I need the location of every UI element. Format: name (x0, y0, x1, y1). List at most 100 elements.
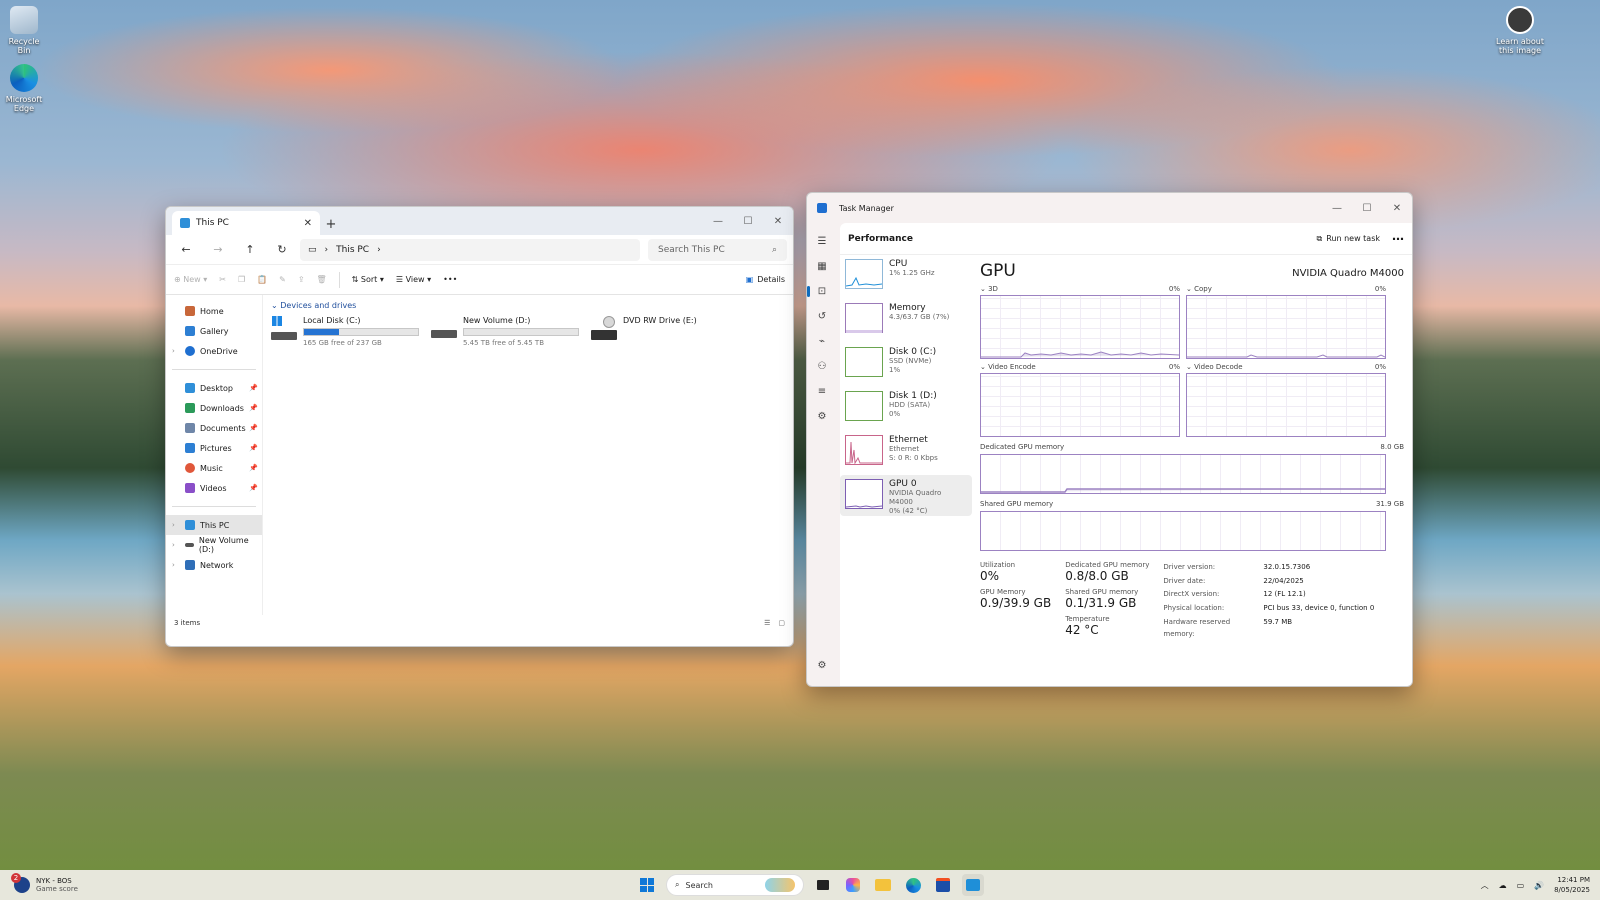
chevron-up-icon[interactable]: ︿ (1481, 880, 1489, 891)
cut-icon[interactable]: ✂ (219, 275, 226, 284)
new-tab-button[interactable]: + (320, 213, 342, 235)
pin-icon[interactable]: 📌 (249, 464, 258, 472)
details-button[interactable]: ▣ Details (746, 275, 785, 284)
address-bar[interactable]: ▭ › This PC › (300, 238, 640, 261)
pin-icon[interactable]: 📌 (249, 484, 258, 492)
maximize-button[interactable]: ☐ (733, 207, 763, 235)
resource-disk-0[interactable]: Disk 0 (C:) SSD (NVMe) 1% (840, 343, 972, 384)
copilot-button[interactable] (842, 874, 864, 896)
sidebar-item-music[interactable]: Music 📌 (166, 458, 262, 478)
taskbar-search[interactable]: ⌕ Search (666, 874, 804, 896)
gpu-sparkline (845, 505, 883, 508)
share-icon[interactable]: ⇪ (298, 275, 305, 284)
store-taskbar-button[interactable] (932, 874, 954, 896)
network-icon[interactable]: ▭ (1517, 881, 1525, 890)
refresh-button[interactable]: ↻ (268, 238, 296, 262)
edge-desktop-icon[interactable]: Microsoft Edge (2, 64, 46, 113)
hamburger-menu-icon[interactable]: ☰ (811, 229, 833, 254)
pin-icon[interactable]: 📌 (249, 404, 258, 412)
users-icon[interactable]: ⚇ (811, 354, 833, 379)
chevron-right-icon[interactable]: › (172, 521, 180, 529)
folder-icon (875, 879, 891, 891)
sidebar-item-gallery[interactable]: Gallery (166, 321, 262, 341)
delete-icon[interactable]: 🗑 (317, 275, 327, 284)
up-button[interactable]: ↑ (236, 238, 264, 262)
sidebar-item-network[interactable]: › Network (166, 555, 262, 575)
performance-icon[interactable]: ⊡ (807, 279, 833, 304)
close-button[interactable]: ✕ (1382, 193, 1412, 223)
group-header[interactable]: ⌄ Devices and drives (271, 301, 785, 310)
edge-taskbar-button[interactable] (902, 874, 924, 896)
dvd-drive-icon (591, 316, 617, 340)
minimize-button[interactable]: — (703, 207, 733, 235)
processes-icon[interactable]: ▦ (811, 254, 833, 279)
start-button[interactable] (636, 874, 658, 896)
task-manager-taskbar-button[interactable] (962, 874, 984, 896)
details-label: Details (757, 275, 785, 284)
back-button[interactable]: ← (172, 238, 200, 262)
resource-gpu-0[interactable]: GPU 0 NVIDIA Quadro M4000 0% (42 °C) (840, 475, 972, 516)
pin-icon[interactable]: 📌 (249, 384, 258, 392)
sort-button[interactable]: ⇅ Sort ▾ (352, 275, 384, 284)
resource-disk-1[interactable]: Disk 1 (D:) HDD (SATA) 0% (840, 387, 972, 428)
details-icon[interactable]: ≡ (811, 379, 833, 404)
rename-icon[interactable]: ✎ (279, 275, 286, 284)
tiles-view-icon[interactable]: ▢ (778, 619, 785, 627)
sidebar-item-downloads[interactable]: Downloads 📌 (166, 398, 262, 418)
volume-icon[interactable]: 🔊 (1534, 881, 1544, 890)
chevron-right-icon[interactable]: › (377, 245, 381, 255)
more-options-icon[interactable]: ⋯ (1392, 232, 1404, 246)
widgets-button[interactable]: 2 NYK - BOS Game score (0, 873, 78, 893)
pin-icon[interactable]: 📌 (249, 444, 258, 452)
sidebar-item-documents[interactable]: Documents 📌 (166, 418, 262, 438)
chevron-right-icon[interactable]: › (172, 561, 180, 569)
forward-button[interactable]: → (204, 238, 232, 262)
resource-ethernet[interactable]: Ethernet Ethernet S: 0 R: 0 Kbps (840, 431, 972, 472)
chevron-right-icon[interactable]: › (172, 347, 180, 355)
sidebar-item-pictures[interactable]: Pictures 📌 (166, 438, 262, 458)
paste-icon[interactable]: 📋 (257, 275, 267, 284)
resource-detail: SSD (NVMe) (889, 357, 932, 365)
learn-about-image-icon[interactable]: Learn about this image (1494, 6, 1546, 55)
settings-gear-icon[interactable]: ⚙ (811, 653, 833, 678)
copy-icon[interactable]: ❐ (238, 275, 245, 284)
sidebar-item-this-pc[interactable]: › This PC (166, 515, 262, 535)
maximize-button[interactable]: ☐ (1352, 193, 1382, 223)
resource-cpu[interactable]: CPU 1% 1.25 GHz (840, 255, 972, 296)
view-button[interactable]: ☰ View ▾ (396, 275, 431, 284)
explorer-window-controls: — ☐ ✕ (703, 207, 793, 235)
breadcrumb-this-pc[interactable]: This PC (336, 245, 369, 255)
graph-label[interactable]: ⌄ Video Encode (980, 363, 1036, 373)
sidebar-item-onedrive[interactable]: › OneDrive (166, 341, 262, 361)
clock[interactable]: 12:41 PM 8/05/2025 (1554, 875, 1590, 895)
chevron-right-icon[interactable]: › (172, 541, 180, 549)
sidebar-item-new-volume[interactable]: › New Volume (D:) (166, 535, 262, 555)
close-button[interactable]: ✕ (763, 207, 793, 235)
new-button[interactable]: ⊕ New ▾ (174, 275, 207, 284)
file-explorer-taskbar-button[interactable] (872, 874, 894, 896)
graph-label[interactable]: ⌄ 3D (980, 285, 998, 295)
app-history-icon[interactable]: ↺ (811, 304, 833, 329)
recycle-bin-icon[interactable]: Recycle Bin (2, 6, 46, 55)
sidebar-item-videos[interactable]: Videos 📌 (166, 478, 262, 498)
resource-memory[interactable]: Memory 4.3/63.7 GB (7%) (840, 299, 972, 340)
graph-label[interactable]: ⌄ Video Decode (1186, 363, 1243, 373)
task-view-button[interactable] (812, 874, 834, 896)
close-tab-icon[interactable]: ✕ (304, 218, 312, 229)
details-view-icon[interactable]: ☰ (764, 619, 770, 627)
more-options-button[interactable]: ••• (443, 275, 457, 284)
services-icon[interactable]: ⚙ (811, 404, 833, 429)
explorer-tab[interactable]: This PC ✕ (172, 211, 320, 235)
run-new-task-button[interactable]: ⧉ Run new task (1316, 234, 1380, 244)
sidebar-item-home[interactable]: Home (166, 301, 262, 321)
drive-d[interactable]: New Volume (D:) 5.45 TB free of 5.45 TB (431, 316, 581, 347)
pin-icon[interactable]: 📌 (249, 424, 258, 432)
drive-c[interactable]: Local Disk (C:) 165 GB free of 237 GB (271, 316, 421, 347)
startup-apps-icon[interactable]: ⌁ (811, 329, 833, 354)
search-input[interactable]: Search This PC ⌕ (648, 238, 787, 261)
graph-label[interactable]: ⌄ Copy (1186, 285, 1212, 295)
minimize-button[interactable]: — (1322, 193, 1352, 223)
sidebar-item-desktop[interactable]: Desktop 📌 (166, 378, 262, 398)
drive-e[interactable]: DVD RW Drive (E:) (591, 316, 741, 347)
onedrive-icon[interactable]: ☁ (1499, 881, 1507, 890)
